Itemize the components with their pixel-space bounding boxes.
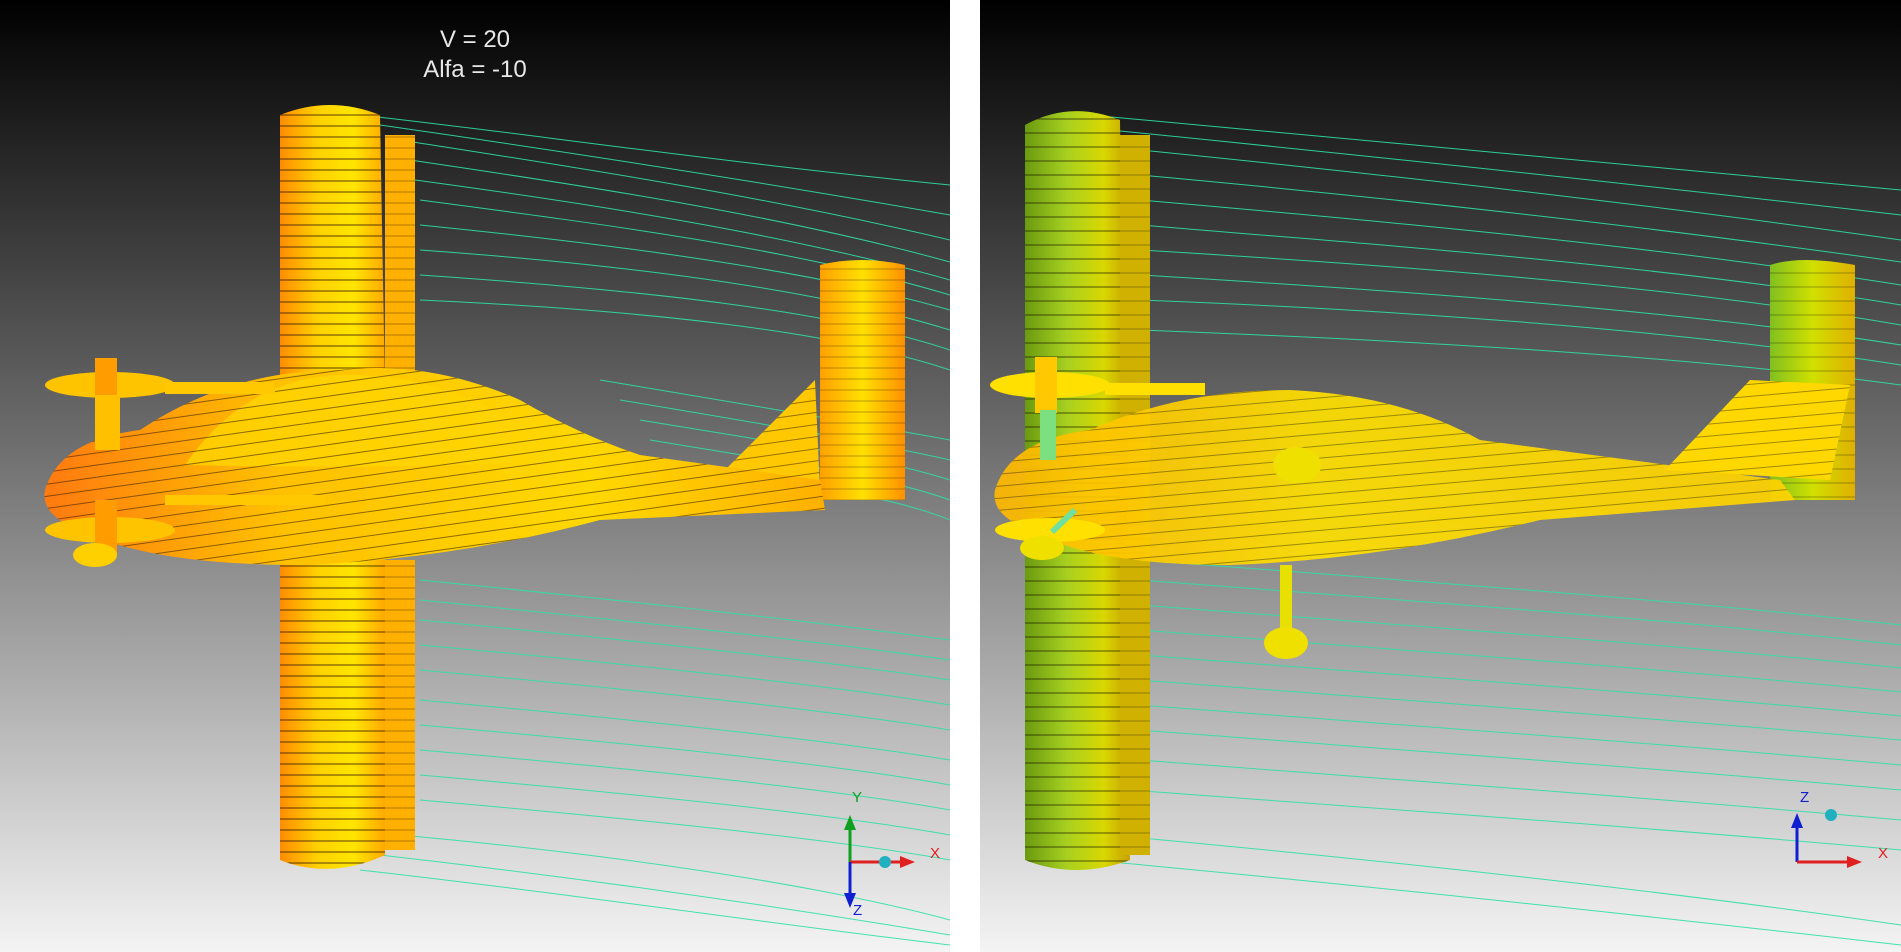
axis-y-label: Y: [852, 789, 863, 806]
lower-wing: [280, 555, 415, 869]
right-viewport[interactable]: Z X: [980, 0, 1901, 952]
left-viewport[interactable]: V = 20 Alfa = -10 Y X Z: [0, 0, 950, 952]
velocity-label: V = 20: [439, 26, 511, 53]
left-render: [0, 0, 950, 952]
upper-wing: [280, 105, 415, 390]
render-stage: V = 20 Alfa = -10 Y X Z Z X: [0, 0, 1901, 952]
axis-z-label: Z: [1800, 789, 1810, 806]
alfa-label: Alfa = -10: [423, 56, 527, 83]
axis-x-label: X: [1878, 845, 1889, 862]
right-render: [980, 0, 1901, 952]
axis-x-label: X: [930, 845, 941, 862]
axis-z-label: Z: [853, 902, 863, 919]
